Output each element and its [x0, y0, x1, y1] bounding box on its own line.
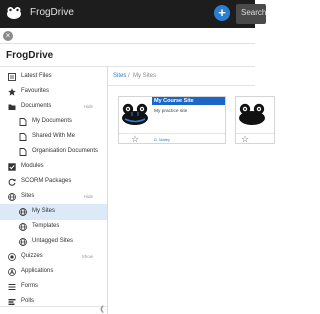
folder-icon	[8, 104, 16, 110]
sidebar-item-label: Shared With Me	[32, 133, 76, 139]
document-icon	[19, 148, 27, 156]
site-card[interactable]: My Course Site My practice site ☆ D. Mat…	[118, 96, 226, 144]
quiz-icon	[8, 253, 16, 261]
sidebar-item-documents[interactable]: Documents Hide	[0, 99, 107, 115]
breadcrumb-sites-link[interactable]: Sites	[113, 73, 126, 79]
sidebar-item-my-sites[interactable]: My Sites	[0, 204, 107, 220]
sidebar-item-quizzes[interactable]: Quizzes Show	[0, 249, 107, 265]
sidebar-item-label: My Documents	[32, 118, 73, 124]
globe-icon	[19, 238, 27, 246]
divider	[0, 43, 255, 44]
sidebar-item-latest-files[interactable]: Latest Files	[0, 69, 107, 85]
sidebar-item-my-documents[interactable]: My Documents	[0, 114, 107, 130]
close-button[interactable]: ×	[3, 31, 13, 41]
search-button[interactable]: Search	[236, 4, 266, 24]
sidebar-item-favourites[interactable]: Favourites	[0, 84, 107, 100]
sidebar-item-label: Templates	[32, 223, 60, 229]
sidebar-item-label: Documents	[21, 103, 52, 109]
sidebar-item-label: Polls	[21, 298, 35, 304]
sidebar-item-forms[interactable]: Forms	[0, 279, 107, 295]
sidebar-item-label: My Sites	[32, 208, 56, 214]
document-icon	[19, 133, 27, 141]
sidebar-item-label: Organisation Documents	[32, 148, 99, 154]
favourite-star-icon[interactable]: ☆	[241, 134, 249, 143]
frog-logo-icon[interactable]	[6, 5, 22, 21]
frog-thumbnail-icon	[119, 97, 151, 133]
sidebar-item-label: Latest Files	[21, 73, 52, 79]
latest-files-icon	[8, 73, 16, 81]
sidebar-item-modules[interactable]: Modules	[0, 159, 107, 175]
star-icon	[8, 88, 16, 96]
forms-icon	[8, 284, 16, 290]
document-icon	[19, 118, 27, 126]
page-title: FrogDrive	[6, 50, 54, 61]
polls-icon	[8, 299, 16, 305]
sidebar-item-label: SCORM Packages	[21, 178, 72, 184]
globe-icon	[19, 208, 27, 216]
sidebar-item-label: Applications	[21, 268, 54, 274]
sidebar: Latest Files Favourites Documents Hide M…	[0, 66, 108, 314]
sidebar-item-shared-with-me[interactable]: Shared With Me	[0, 129, 107, 145]
applications-icon	[8, 268, 16, 276]
sidebar-item-untagged-sites[interactable]: Untagged Sites	[0, 234, 107, 250]
refresh-icon	[8, 178, 16, 186]
frog-thumbnail-icon	[236, 97, 268, 133]
sidebar-item-label: Forms	[21, 283, 38, 289]
site-card[interactable]: ☆	[235, 96, 275, 144]
site-owner-link[interactable]: D. Matey	[154, 137, 170, 142]
site-card-footer: ☆ D. Matey	[119, 133, 225, 143]
sidebar-item-label: Untagged Sites	[32, 238, 74, 244]
site-description: My practice site	[154, 109, 188, 114]
show-toggle[interactable]: Show	[82, 254, 93, 259]
site-card-footer: ☆	[236, 133, 274, 143]
hide-toggle[interactable]: Hide	[84, 194, 93, 199]
sidebar-item-sites[interactable]: Sites Hide	[0, 189, 107, 205]
site-title[interactable]: My Course Site	[152, 97, 225, 105]
sidebar-item-label: Quizzes	[21, 253, 43, 259]
breadcrumb-current: My Sites	[133, 73, 157, 79]
sidebar-item-scorm-packages[interactable]: SCORM Packages	[0, 174, 107, 190]
hide-toggle[interactable]: Hide	[84, 104, 93, 109]
sidebar-item-applications[interactable]: Applications	[0, 264, 107, 280]
globe-icon	[8, 193, 16, 201]
sidebar-item-label: Modules	[21, 163, 44, 169]
sidebar-item-templates[interactable]: Templates	[0, 219, 107, 235]
sidebar-footer: ❰	[0, 306, 107, 314]
collapse-sidebar-icon[interactable]: ❰	[99, 306, 105, 314]
sidebar-item-label: Sites	[21, 193, 35, 199]
globe-icon	[19, 223, 27, 231]
top-bar: FrogDrive + Search	[0, 0, 266, 28]
search-label: Search	[241, 8, 267, 17]
checkbox-icon	[8, 163, 16, 171]
app-name[interactable]: FrogDrive	[30, 7, 74, 18]
add-button[interactable]: +	[214, 5, 230, 21]
sidebar-item-organisation-documents[interactable]: Organisation Documents	[0, 144, 107, 160]
breadcrumb-separator: /	[128, 73, 130, 79]
favourite-star-icon[interactable]: ☆	[131, 134, 139, 143]
sidebar-item-label: Favourites	[21, 88, 50, 94]
breadcrumb: Sites / My Sites	[108, 66, 255, 86]
